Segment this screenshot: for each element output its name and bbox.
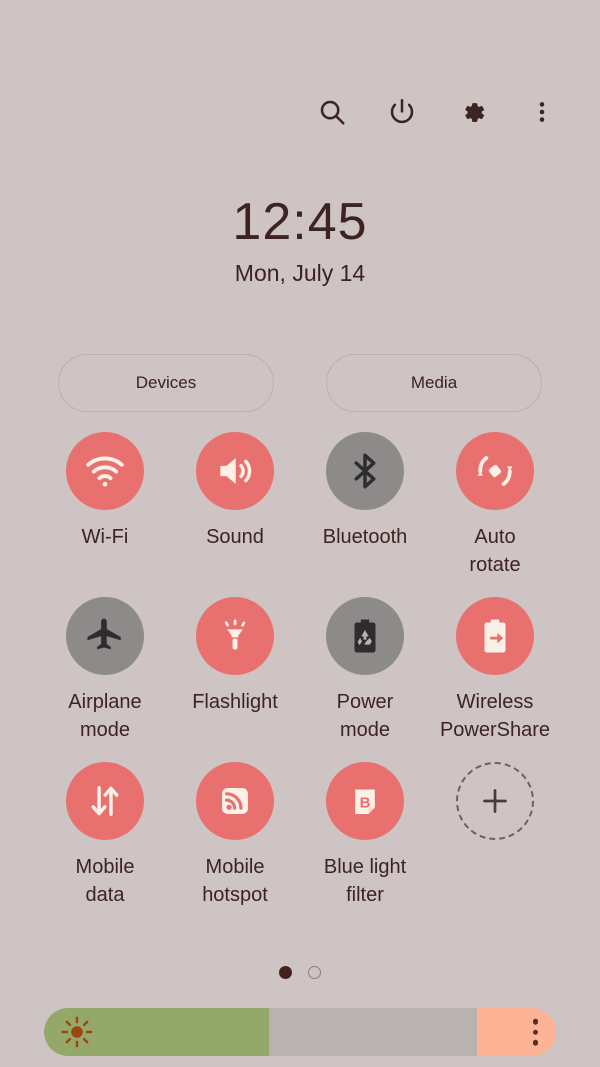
power-icon[interactable] xyxy=(380,90,424,134)
tile-label: Power mode xyxy=(336,690,394,742)
devices-button[interactable]: Devices xyxy=(58,354,274,412)
mobile-hotspot-icon xyxy=(196,761,274,840)
airplane-icon xyxy=(66,596,144,675)
search-icon[interactable] xyxy=(310,90,354,134)
tile-wifi[interactable]: Wi-Fi xyxy=(40,432,170,580)
clock-date[interactable]: Mon, July 14 xyxy=(0,260,600,287)
pill-button-row: Devices Media xyxy=(0,354,600,412)
brightness-more-vertical-icon[interactable] xyxy=(532,1018,538,1046)
tile-label: Wi-Fi xyxy=(81,526,129,548)
sound-icon xyxy=(196,432,274,510)
tile-label: Auto rotate xyxy=(469,526,521,577)
tile-label: Mobile data xyxy=(75,855,135,906)
tile-bluetooth[interactable]: Bluetooth xyxy=(300,432,430,580)
quick-settings-topbar xyxy=(310,90,564,134)
tile-auto-rotate[interactable]: Auto rotate xyxy=(430,432,560,580)
page-dot-2[interactable] xyxy=(308,966,321,979)
brightness-slider-trailing xyxy=(476,1008,556,1056)
mobile-data-icon xyxy=(66,761,144,840)
tile-mobile-data[interactable]: Mobile data xyxy=(40,761,170,910)
page-dot-1[interactable] xyxy=(279,966,292,979)
tile-label: Bluetooth xyxy=(322,526,408,548)
flashlight-icon xyxy=(196,596,274,675)
tile-label: Airplane mode xyxy=(68,690,142,742)
brightness-sun-icon xyxy=(61,1016,93,1048)
clock-time[interactable]: 12:45 xyxy=(0,195,600,250)
quick-settings-tile-grid: Wi-Fi Sound Bluetooth Auto rotate Airpla… xyxy=(40,432,560,909)
tile-label: Sound xyxy=(206,526,264,548)
media-button[interactable]: Media xyxy=(326,354,542,412)
tile-label: Mobile hotspot xyxy=(202,855,268,906)
clock-block: 12:45 Mon, July 14 xyxy=(0,195,600,287)
tile-mobile-hotspot[interactable]: Mobile hotspot xyxy=(170,761,300,910)
page-indicator xyxy=(0,966,600,979)
svg-text:B: B xyxy=(360,794,371,811)
wifi-icon xyxy=(66,432,144,510)
power-mode-icon xyxy=(326,596,404,675)
brightness-slider[interactable] xyxy=(44,1008,556,1056)
tile-add-button[interactable] xyxy=(430,761,560,910)
bluetooth-icon xyxy=(326,432,404,510)
quick-settings-panel: 12:45 Mon, July 14 Devices Media Wi-Fi S… xyxy=(0,0,600,1067)
tile-label: Wireless PowerShare xyxy=(439,690,551,742)
plus-icon xyxy=(456,761,534,840)
tile-flashlight[interactable]: Flashlight xyxy=(170,596,300,745)
tile-blue-light-filter[interactable]: B Blue light filter xyxy=(300,761,430,910)
tile-power-mode[interactable]: Power mode xyxy=(300,596,430,745)
tile-airplane-mode[interactable]: Airplane mode xyxy=(40,596,170,745)
tile-label: Blue light filter xyxy=(323,855,407,906)
blue-light-filter-icon: B xyxy=(326,761,404,840)
gear-icon[interactable] xyxy=(450,90,494,134)
wireless-powershare-icon xyxy=(456,596,534,675)
more-vertical-icon[interactable] xyxy=(520,90,564,134)
tile-sound[interactable]: Sound xyxy=(170,432,300,580)
auto-rotate-icon xyxy=(456,432,534,510)
tile-label: Flashlight xyxy=(192,690,278,713)
tile-wireless-powershare[interactable]: Wireless PowerShare xyxy=(430,596,560,745)
